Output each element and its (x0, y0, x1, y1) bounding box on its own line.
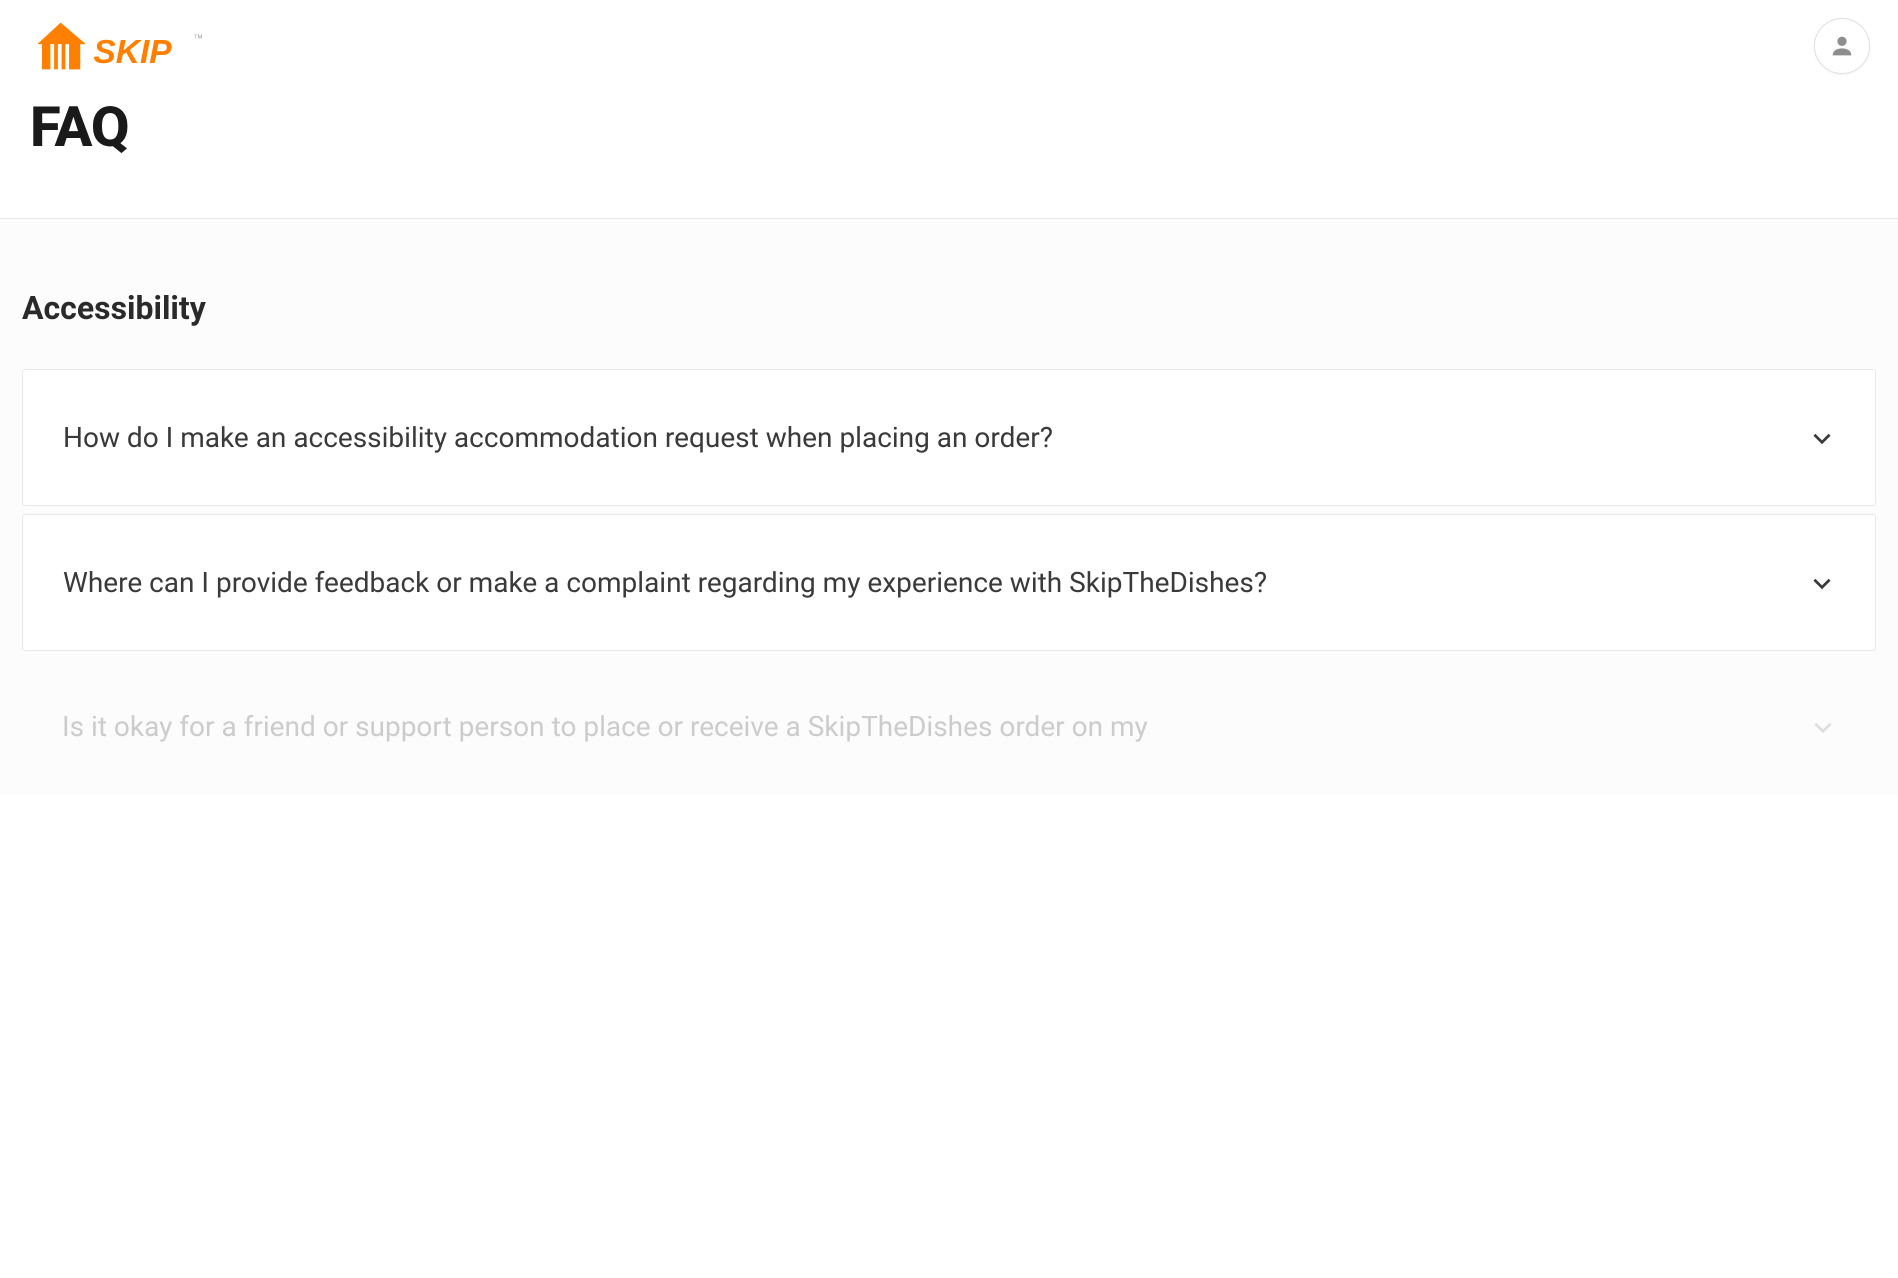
svg-text:SKIP: SKIP (93, 34, 172, 71)
faq-item[interactable]: How do I make an accessibility accommoda… (22, 369, 1876, 506)
faq-list: How do I make an accessibility accommoda… (22, 369, 1876, 795)
page-title: FAQ (30, 94, 1868, 160)
svg-text:TM: TM (194, 35, 202, 41)
faq-question: How do I make an accessibility accommoda… (63, 404, 1779, 471)
faq-question: Is it okay for a friend or support perso… (62, 693, 1780, 760)
skip-logo[interactable]: SKIP TM (28, 18, 215, 74)
chevron-down-icon (1809, 425, 1835, 451)
profile-button[interactable] (1814, 18, 1870, 74)
skip-logo-icon: SKIP TM (28, 18, 215, 74)
page-title-section: FAQ (0, 74, 1898, 219)
chevron-down-icon (1809, 570, 1835, 596)
faq-item[interactable]: Where can I provide feedback or make a c… (22, 514, 1876, 651)
content-area: Accessibility How do I make an accessibi… (0, 219, 1898, 795)
header: SKIP TM (0, 0, 1898, 74)
section-title: Accessibility (22, 289, 1876, 327)
faq-item[interactable]: Is it okay for a friend or support perso… (22, 659, 1876, 794)
user-icon (1828, 32, 1856, 60)
faq-question: Where can I provide feedback or make a c… (63, 549, 1779, 616)
chevron-down-icon (1810, 714, 1836, 740)
